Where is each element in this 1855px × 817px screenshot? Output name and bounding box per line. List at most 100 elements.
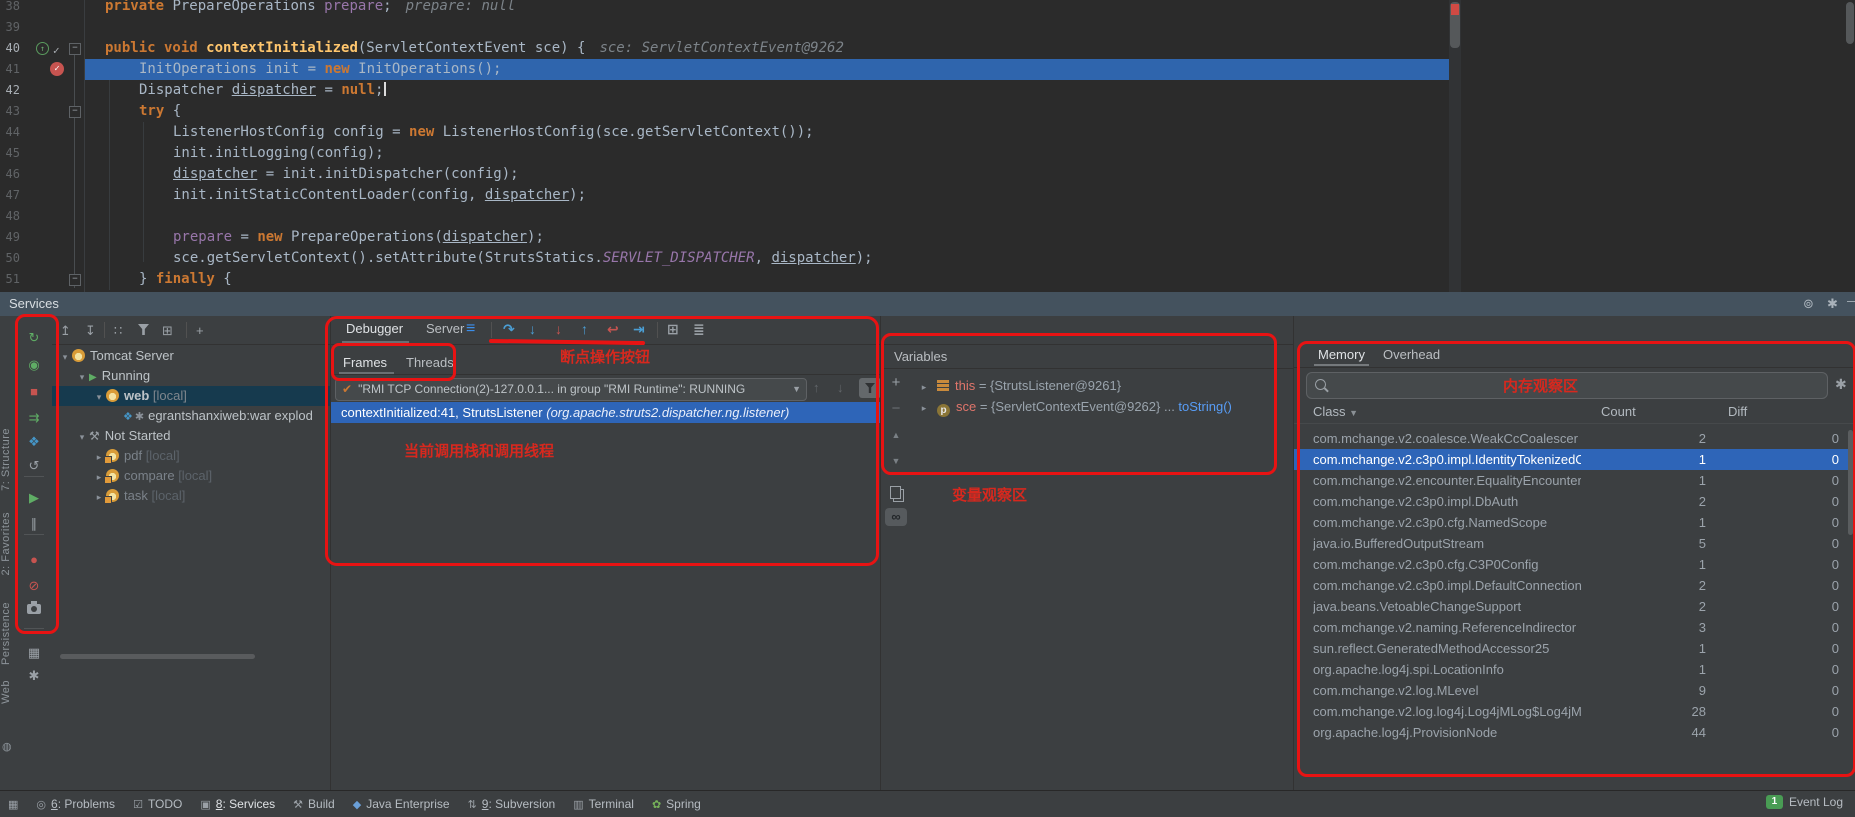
chevron-icon[interactable]: ▸: [917, 398, 931, 419]
fold-marker[interactable]: −: [69, 274, 81, 286]
memory-class-row[interactable]: com.mchange.v2.c3p0.cfg.NamedScope10: [1294, 512, 1850, 533]
line-number[interactable]: 44: [2, 122, 20, 143]
chevron-icon[interactable]: ▾: [92, 387, 106, 407]
code-line[interactable]: 40↑✓−public void contextInitialized(Serv…: [0, 38, 1855, 59]
statusbar-item-9-subversion[interactable]: ⇅9: Subversion: [468, 797, 556, 811]
add-watch-icon[interactable]: +: [881, 374, 911, 391]
memory-class-row[interactable]: org.apache.log4j.spi.LocationInfo10: [1294, 659, 1850, 680]
line-number[interactable]: 38: [2, 0, 20, 17]
move-down-icon[interactable]: ▼: [881, 456, 911, 466]
watches-icon[interactable]: ∞: [885, 508, 907, 526]
view-menu-icon[interactable]: ≡: [466, 320, 475, 338]
code-line[interactable]: 39: [0, 17, 1855, 38]
layout-settings-icon[interactable]: ≣: [693, 320, 705, 338]
remove-watch-icon[interactable]: −: [881, 400, 911, 417]
step-out-icon[interactable]: ↑: [581, 320, 588, 338]
memory-class-row[interactable]: com.mchange.v2.c3p0.cfg.C3P0Config10: [1294, 554, 1850, 575]
line-number[interactable]: 48: [2, 206, 20, 227]
code-line[interactable]: 51−} finally {: [0, 269, 1855, 290]
add-service-icon[interactable]: +: [196, 323, 204, 338]
code-line[interactable]: 47init.initStaticContentLoader(config, d…: [0, 185, 1855, 206]
code-line[interactable]: 49prepare = new PrepareOperations(dispat…: [0, 227, 1855, 248]
tree-hscrollbar[interactable]: [60, 654, 255, 659]
line-number[interactable]: 49: [2, 227, 20, 248]
tree-item[interactable]: ▸task [local]: [52, 486, 330, 506]
prev-frame-icon[interactable]: ↑: [813, 380, 820, 395]
variable-row[interactable]: ▸this = {StrutsListener@9261}: [917, 375, 1121, 396]
stripe-structure[interactable]: 7: Structure: [0, 428, 16, 491]
tree-item[interactable]: ▾▶Running: [52, 366, 330, 386]
group-by-icon[interactable]: ∷: [114, 323, 122, 338]
override-marker-icon[interactable]: ↑: [36, 42, 49, 55]
tree-item[interactable]: ▾⚒Not Started: [52, 426, 330, 446]
services-view-icon[interactable]: ❖: [16, 434, 52, 450]
event-log-widget[interactable]: 1 Event Log: [1766, 795, 1843, 809]
code-editor[interactable]: 38private PrepareOperations prepare;prep…: [0, 0, 1855, 292]
web-globe-icon[interactable]: ◍: [2, 740, 12, 753]
tree-item[interactable]: ▸compare [local]: [52, 466, 330, 486]
memory-settings-gear-icon[interactable]: ✱: [1835, 376, 1847, 393]
memory-class-row[interactable]: java.beans.VetoableChangeSupport20: [1294, 596, 1850, 617]
pause-icon[interactable]: ∥: [16, 516, 52, 532]
tostring-link[interactable]: toString(): [1178, 399, 1231, 414]
line-number[interactable]: 42: [2, 80, 20, 101]
evaluate-expression-icon[interactable]: ⊞: [667, 320, 679, 338]
memory-scrollbar-thumb[interactable]: [1848, 430, 1853, 535]
statusbar-item-build[interactable]: ⚒Build: [293, 797, 335, 811]
chevron-icon[interactable]: ▾: [75, 367, 89, 387]
copy-icon[interactable]: [890, 486, 901, 499]
add-frame-icon[interactable]: ⊞: [162, 323, 173, 338]
tab-overhead[interactable]: Overhead: [1383, 347, 1440, 362]
tab-server[interactable]: Server: [426, 321, 464, 336]
code-line[interactable]: 38private PrepareOperations prepare;prep…: [0, 0, 1855, 17]
code-line[interactable]: 42Dispatcher dispatcher = null;: [0, 80, 1855, 101]
stack-frame-row[interactable]: contextInitialized:41, StrutsListener (o…: [331, 402, 881, 423]
memory-class-row[interactable]: com.mchange.v2.log.MLevel90: [1294, 680, 1850, 701]
column-diff[interactable]: Diff: [1728, 404, 1747, 419]
settings-icon[interactable]: ✱: [16, 668, 52, 684]
code-line[interactable]: 44ListenerHostConfig config = new Listen…: [0, 122, 1855, 143]
layout-icon[interactable]: ▦: [16, 645, 52, 661]
collapse-all-icon[interactable]: ↧: [85, 323, 96, 338]
code-line[interactable]: 48: [0, 206, 1855, 227]
next-frame-icon[interactable]: ↓: [837, 380, 844, 395]
breakpoint-icon[interactable]: ✓: [50, 62, 64, 76]
step-over-icon[interactable]: ↷: [503, 320, 515, 338]
fold-marker[interactable]: −: [69, 43, 81, 55]
statusbar-item-8-services[interactable]: ▣8: Services: [200, 797, 275, 811]
tree-item[interactable]: ▸pdf [local]: [52, 446, 330, 466]
memory-class-row[interactable]: sun.reflect.GeneratedMethodAccessor2510: [1294, 638, 1850, 659]
refresh-icon[interactable]: ↺: [16, 458, 52, 474]
force-step-into-icon[interactable]: ↓: [555, 320, 562, 338]
expand-all-icon[interactable]: ↥: [60, 323, 71, 338]
code-line[interactable]: 43−try {: [0, 101, 1855, 122]
memory-class-row[interactable]: org.apache.log4j.ProvisionNode440: [1294, 722, 1850, 743]
tree-item[interactable]: ▾Tomcat Server: [52, 346, 330, 366]
rerun-icon[interactable]: ↻: [16, 330, 52, 346]
help-icon[interactable]: ⊚: [1803, 296, 1814, 312]
memory-class-row[interactable]: com.mchange.v2.naming.ReferenceIndirecto…: [1294, 617, 1850, 638]
run-to-cursor-icon[interactable]: ⇥: [633, 320, 645, 338]
line-number[interactable]: 50: [2, 248, 20, 269]
step-into-icon[interactable]: ↓: [529, 320, 536, 338]
code-line[interactable]: 46dispatcher = init.initDispatcher(confi…: [0, 164, 1855, 185]
column-class[interactable]: Class ▼: [1313, 404, 1358, 419]
tab-frames[interactable]: Frames: [343, 355, 387, 370]
variable-row[interactable]: ▸psce = {ServletContextEvent@9262} ... t…: [917, 396, 1232, 417]
column-count[interactable]: Count: [1601, 404, 1636, 419]
restart-debug-icon[interactable]: ◉: [16, 357, 52, 373]
tree-item[interactable]: ❖✱egrantshanxiweb:war explod: [52, 406, 330, 426]
tab-debugger[interactable]: Debugger: [346, 321, 403, 336]
tab-threads[interactable]: Threads: [406, 355, 454, 370]
line-number[interactable]: 40: [2, 38, 20, 59]
line-number[interactable]: 43: [2, 101, 20, 122]
chevron-icon[interactable]: ▸: [917, 377, 931, 398]
move-up-icon[interactable]: ▲: [881, 430, 911, 440]
memory-class-row[interactable]: com.mchange.v2.coalesce.WeakCcCoalescer2…: [1294, 428, 1850, 449]
hide-library-frames-button[interactable]: [859, 378, 881, 398]
error-stripe-mark[interactable]: [1451, 4, 1459, 15]
statusbar-item-spring[interactable]: ✿Spring: [652, 797, 701, 811]
memory-class-row[interactable]: com.mchange.v2.c3p0.impl.DbAuth20: [1294, 491, 1850, 512]
memory-class-row[interactable]: com.mchange.v2.encounter.EqualityEncount…: [1294, 470, 1850, 491]
hide-icon[interactable]: —: [1847, 293, 1855, 309]
